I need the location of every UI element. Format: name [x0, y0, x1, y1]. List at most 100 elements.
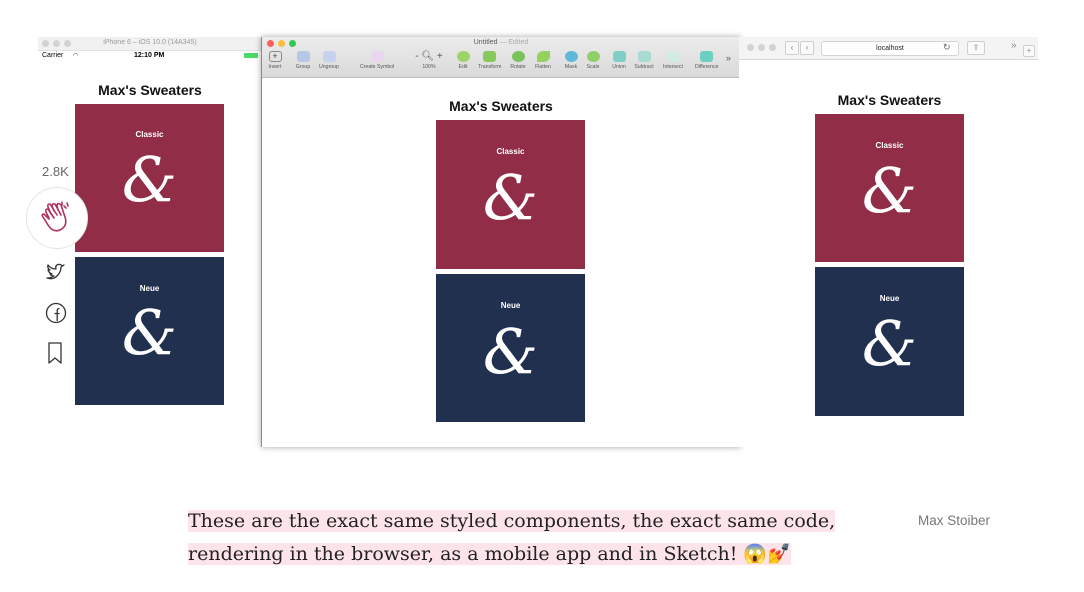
facebook-share-button[interactable]	[44, 301, 68, 325]
sketch-window: Untitled — Edited + Insert Group Ungroup…	[261, 37, 741, 447]
tool-label: Union	[612, 64, 626, 70]
overflow-chevron-icon[interactable]: »	[726, 53, 731, 63]
tool-label: Create Symbol	[360, 64, 395, 70]
transform-icon	[482, 51, 496, 62]
transform-tool[interactable]: Transform	[478, 51, 502, 70]
back-arrow-icon[interactable]: ‹	[785, 41, 799, 55]
ampersand-glyph: &	[861, 307, 918, 380]
image-caption: These are the exact same styled componen…	[188, 505, 838, 571]
twitter-share-button[interactable]	[44, 260, 68, 284]
carrier-label: Carrier	[42, 52, 64, 59]
symbol-icon	[370, 51, 384, 62]
zoom-tool[interactable]: - 🔍︎ + 100%	[414, 51, 444, 70]
bookmark-icon	[48, 342, 62, 364]
subtract-tool[interactable]: Subtract	[633, 51, 655, 70]
tool-label: Difference	[695, 64, 719, 70]
sweater-card-neue[interactable]: Neue &	[75, 257, 224, 405]
address-bar[interactable]: localhost	[821, 41, 959, 56]
wifi-icon: ◠	[73, 53, 79, 59]
simulator-title-bar: iPhone 6 – iOS 10.0 (14A345)	[38, 37, 262, 51]
reload-icon[interactable]: ↻	[943, 42, 951, 53]
ungroup-icon	[322, 51, 336, 62]
sweater-card-neue[interactable]: Neue &	[815, 267, 964, 416]
mask-tool[interactable]: Mask	[560, 51, 582, 70]
intersect-icon	[666, 51, 680, 62]
forward-arrow-icon[interactable]: ›	[800, 41, 814, 55]
tool-label: Rotate	[510, 64, 526, 70]
ampersand-glyph: &	[121, 143, 178, 216]
app-title: Max's Sweaters	[837, 92, 942, 108]
image-credit: Max Stoiber	[918, 513, 991, 528]
group-tool[interactable]: Group	[292, 51, 314, 70]
facebook-icon	[45, 302, 67, 324]
document-title: Untitled — Edited	[262, 39, 740, 46]
sweater-card-classic[interactable]: Classic &	[75, 104, 224, 252]
battery-icon	[244, 53, 258, 58]
scale-icon	[586, 51, 600, 62]
tool-label: Flatten	[535, 64, 551, 70]
clap-button[interactable]	[26, 187, 88, 249]
card-label: Classic	[135, 130, 164, 139]
tool-label: Transform	[478, 64, 502, 70]
union-icon	[612, 51, 626, 62]
tool-label: Ungroup	[319, 64, 339, 70]
tool-label: Intersect	[663, 64, 683, 70]
browser-toolbar: ‹ › localhost ↻ ⇪ » +	[739, 37, 1038, 60]
tool-label: Subtract	[634, 64, 654, 70]
highlighted-caption-text[interactable]: These are the exact same styled componen…	[188, 510, 836, 565]
tool-label: Insert	[268, 64, 282, 70]
group-icon	[296, 51, 310, 62]
ampersand-glyph: &	[121, 296, 178, 369]
flatten-tool[interactable]: Flatten	[532, 51, 554, 70]
close-dot-icon[interactable]	[747, 44, 754, 51]
browser-panel: ‹ › localhost ↻ ⇪ » + Max's Sweaters Cla…	[739, 37, 1038, 447]
new-tab-plus-icon[interactable]: +	[1023, 45, 1035, 57]
card-label: Neue	[879, 294, 900, 303]
subtract-icon	[637, 51, 651, 62]
sweater-card-neue[interactable]: Neue &	[436, 274, 585, 422]
edit-icon	[456, 51, 470, 62]
sweater-card-classic[interactable]: Classic &	[436, 120, 585, 269]
overflow-chevron-icon[interactable]: »	[1011, 40, 1017, 51]
intersect-tool[interactable]: Intersect	[662, 51, 684, 70]
ungroup-tool[interactable]: Ungroup	[318, 51, 340, 70]
tool-label: Group	[295, 64, 311, 70]
scale-tool[interactable]: Scale	[582, 51, 604, 70]
create-symbol-tool[interactable]: Create Symbol	[360, 51, 394, 70]
sweater-card-classic[interactable]: Classic &	[815, 114, 964, 262]
union-tool[interactable]: Union	[608, 51, 630, 70]
tool-label: Edit	[458, 64, 468, 70]
tool-label: Mask	[564, 64, 578, 70]
magnifier-icon: - 🔍︎ +	[415, 51, 443, 62]
bookmark-button[interactable]	[44, 341, 68, 365]
card-label: Neue	[500, 301, 521, 310]
plus-icon: +	[268, 51, 282, 62]
flatten-icon	[536, 51, 550, 62]
minimize-dot-icon[interactable]	[758, 44, 765, 51]
rotate-tool[interactable]: Rotate	[507, 51, 529, 70]
difference-icon	[699, 51, 713, 62]
ampersand-glyph: &	[482, 315, 539, 388]
ampersand-glyph: &	[482, 161, 539, 234]
zoom-dot-icon[interactable]	[769, 44, 776, 51]
simulator-window-title: iPhone 6 – iOS 10.0 (14A345)	[103, 39, 197, 46]
mask-icon	[564, 51, 578, 62]
document-name: Untitled	[473, 39, 498, 46]
screenshot-composite: iPhone 6 – iOS 10.0 (14A345) Carrier ◠ 1…	[38, 37, 1038, 447]
status-time: 12:10 PM	[134, 52, 165, 59]
clap-count[interactable]: 2.8K	[42, 164, 69, 179]
twitter-icon	[46, 263, 65, 280]
rotate-icon	[511, 51, 525, 62]
share-icon[interactable]: ⇪	[967, 41, 985, 55]
difference-tool[interactable]: Difference	[695, 51, 719, 70]
tool-label: 100%	[422, 64, 436, 70]
tool-label: Scale	[586, 64, 600, 70]
app-title: Max's Sweaters	[98, 82, 202, 98]
app-title: Max's Sweaters	[449, 98, 553, 114]
sketch-toolbar: Untitled — Edited + Insert Group Ungroup…	[262, 37, 740, 78]
edit-tool[interactable]: Edit	[452, 51, 474, 70]
card-label: Neue	[139, 284, 160, 293]
ampersand-glyph: &	[861, 154, 918, 227]
clap-icon	[41, 201, 69, 232]
insert-tool[interactable]: + Insert	[264, 51, 286, 70]
